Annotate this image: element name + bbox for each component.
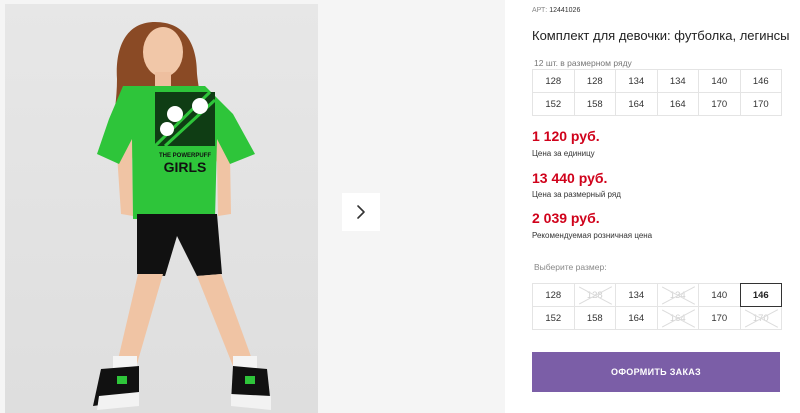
- size-option[interactable]: 128: [532, 283, 575, 307]
- retail-price: 2 039 руб.: [532, 210, 600, 226]
- pack-size-cell: 134: [656, 69, 699, 93]
- product-info: АРТ: 12441026 Комплект для девочки: футб…: [532, 0, 800, 413]
- size-option[interactable]: 134: [615, 283, 658, 307]
- pack-size-cell: 128: [532, 69, 575, 93]
- size-option[interactable]: 140: [698, 283, 741, 307]
- product-title: Комплект для девочки: футболка, легинсы: [532, 28, 790, 43]
- size-selector: 128 128 134 134 140 146 152 158 164 164 …: [532, 283, 782, 330]
- size-option-unavailable: 134: [656, 283, 699, 307]
- size-option-unavailable: 128: [573, 283, 616, 307]
- pack-size-grid: 128 128 134 134 140 146 152 158 164 164 …: [532, 69, 782, 116]
- pack-label: 12 шт. в размерном ряду: [534, 58, 632, 68]
- size-option-unavailable: 170: [739, 306, 782, 330]
- pack-size-cell: 152: [532, 92, 575, 116]
- pack-price: 13 440 руб.: [532, 170, 608, 186]
- product-gallery: THE POWERPUFF GIRLS: [0, 0, 505, 413]
- retail-price-label: Рекомендуемая розничная цена: [532, 231, 653, 240]
- pack-size-cell: 164: [615, 92, 658, 116]
- pack-size-cell: 140: [698, 69, 741, 93]
- pack-size-cell: 170: [739, 92, 782, 116]
- unit-price-label: Цена за единицу: [532, 149, 595, 158]
- place-order-button[interactable]: ОФОРМИТЬ ЗАКАЗ: [532, 352, 780, 392]
- pack-size-cell: 128: [573, 69, 616, 93]
- article-value: 12441026: [549, 7, 581, 14]
- pack-size-cell: 170: [698, 92, 741, 116]
- pack-size-cell: 158: [573, 92, 616, 116]
- size-option[interactable]: 170: [698, 306, 741, 330]
- pack-size-cell: 146: [739, 69, 782, 93]
- size-option-unavailable: 164: [656, 306, 699, 330]
- gallery-next-button[interactable]: [342, 193, 380, 231]
- product-photo[interactable]: THE POWERPUFF GIRLS: [5, 4, 318, 413]
- size-option[interactable]: 164: [615, 306, 658, 330]
- shirt-print-bottom: GIRLS: [164, 159, 207, 175]
- size-option[interactable]: 158: [573, 306, 616, 330]
- article-label: АРТ:: [532, 7, 548, 14]
- pack-size-cell: 164: [656, 92, 699, 116]
- model-illustration: THE POWERPUFF GIRLS: [93, 22, 271, 410]
- choose-size-label: Выберите размер:: [534, 262, 607, 272]
- article-number: АРТ: 12441026: [532, 7, 580, 14]
- chevron-right-icon: [357, 205, 365, 219]
- pack-size-cell: 134: [615, 69, 658, 93]
- unit-price: 1 120 руб.: [532, 128, 600, 144]
- pack-price-label: Цена за размерный ряд: [532, 190, 621, 199]
- size-option-selected[interactable]: 146: [739, 283, 782, 307]
- size-option[interactable]: 152: [532, 306, 575, 330]
